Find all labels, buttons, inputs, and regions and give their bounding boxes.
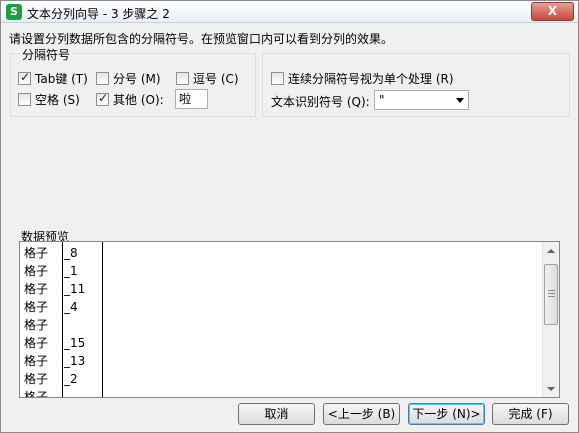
delimiters-group-legend: 分隔符号 xyxy=(20,46,73,63)
tab-checkbox[interactable]: Tab键 (T) xyxy=(18,70,88,86)
preview-cell: _13 xyxy=(64,354,86,368)
scroll-down-button[interactable] xyxy=(543,380,559,397)
cancel-button[interactable]: 取消 xyxy=(238,403,315,425)
space-checkbox[interactable]: 空格 (S) xyxy=(18,91,80,107)
preview-cell: _1 xyxy=(64,264,78,278)
preview-cell xyxy=(64,316,85,334)
text-qualifier-select[interactable]: " xyxy=(374,90,469,110)
semicolon-checkbox[interactable]: 分号 (M) xyxy=(96,70,161,86)
preview-cell: _2 xyxy=(64,372,78,386)
preview-vertical-scrollbar[interactable] xyxy=(542,242,559,397)
app-logo-icon: S xyxy=(6,4,22,20)
preview-cell: 格子 xyxy=(24,246,49,260)
scrollbar-thumb[interactable] xyxy=(544,264,558,325)
space-checkbox-box[interactable] xyxy=(18,92,31,106)
semicolon-checkbox-box[interactable] xyxy=(96,71,109,85)
comma-checkbox[interactable]: 逗号 (C) xyxy=(176,70,239,86)
chevron-down-icon[interactable] xyxy=(456,98,464,103)
comma-checkbox-box[interactable] xyxy=(176,71,189,85)
consecutive-delimiters-checkbox[interactable]: 连续分隔符号视为单个处理 (R) xyxy=(271,70,454,86)
semicolon-checkbox-label[interactable]: 分号 (M) xyxy=(113,70,161,87)
preview-column-2: _8 _1 _11 _4 _15 _13 _2 xyxy=(64,244,86,397)
preview-cell: _11 xyxy=(64,282,86,296)
column-separator[interactable] xyxy=(102,242,103,397)
comma-checkbox-label[interactable]: 逗号 (C) xyxy=(193,70,239,87)
preview-cell xyxy=(64,388,85,397)
consecutive-checkbox-box[interactable] xyxy=(271,71,284,85)
close-button[interactable]: X xyxy=(531,2,574,21)
column-separator[interactable] xyxy=(62,242,63,397)
preview-cell: 格子 xyxy=(24,354,49,368)
scroll-up-button[interactable] xyxy=(543,242,559,259)
preview-cell: 格子 xyxy=(24,282,49,296)
next-button[interactable]: 下一步 (N)> xyxy=(408,403,485,425)
preview-cell: 格子 xyxy=(24,264,49,278)
preview-cell: 格子 xyxy=(24,336,49,350)
preview-cell: _4 xyxy=(64,300,78,314)
finish-button[interactable]: 完成 (F) xyxy=(492,403,569,425)
scroll-up-icon xyxy=(547,248,555,253)
consecutive-checkbox-label[interactable]: 连续分隔符号视为单个处理 (R) xyxy=(288,70,454,87)
preview-column-1: 格子 格子 格子 格子 格子 格子 格子 格子 格子 xyxy=(24,244,49,398)
close-icon: X xyxy=(547,4,558,18)
title-bar[interactable]: S 文本分列向导 - 3 步骤之 2 X xyxy=(1,1,578,23)
tab-checkbox-box[interactable] xyxy=(18,70,31,85)
other-checkbox-label[interactable]: 其他 (O): xyxy=(113,91,164,108)
grip-icon xyxy=(548,290,555,297)
preview-cell: _15 xyxy=(64,336,86,350)
back-button[interactable]: <上一步 (B) xyxy=(323,403,400,425)
other-checkbox-box[interactable] xyxy=(96,91,109,106)
preview-cell: 格子 xyxy=(24,300,49,314)
preview-cell: 格子 xyxy=(24,318,49,332)
text-import-wizard-dialog: S 文本分列向导 - 3 步骤之 2 X 请设置分列数据所包含的分隔符号。在预览… xyxy=(0,0,579,433)
text-qualifier-label: 文本识别符号 (Q): xyxy=(271,95,370,109)
window-title: 文本分列向导 - 3 步骤之 2 xyxy=(27,7,170,21)
tab-checkbox-label[interactable]: Tab键 (T) xyxy=(35,70,88,87)
instruction-text: 请设置分列数据所包含的分隔符号。在预览窗口内可以看到分列的效果。 xyxy=(9,32,394,46)
space-checkbox-label[interactable]: 空格 (S) xyxy=(35,91,80,108)
scroll-down-icon xyxy=(547,386,555,391)
data-preview-box[interactable]: 格子 格子 格子 格子 格子 格子 格子 格子 格子 _8 _1 _11 _4 … xyxy=(19,241,560,398)
text-qualifier-value: " xyxy=(379,93,385,107)
other-checkbox[interactable]: 其他 (O): xyxy=(96,91,164,107)
other-delimiter-input[interactable]: 啦 xyxy=(175,89,208,109)
preview-cell: 格子 xyxy=(24,390,49,398)
preview-cell: 格子 xyxy=(24,372,49,386)
preview-cell: _8 xyxy=(64,246,78,260)
